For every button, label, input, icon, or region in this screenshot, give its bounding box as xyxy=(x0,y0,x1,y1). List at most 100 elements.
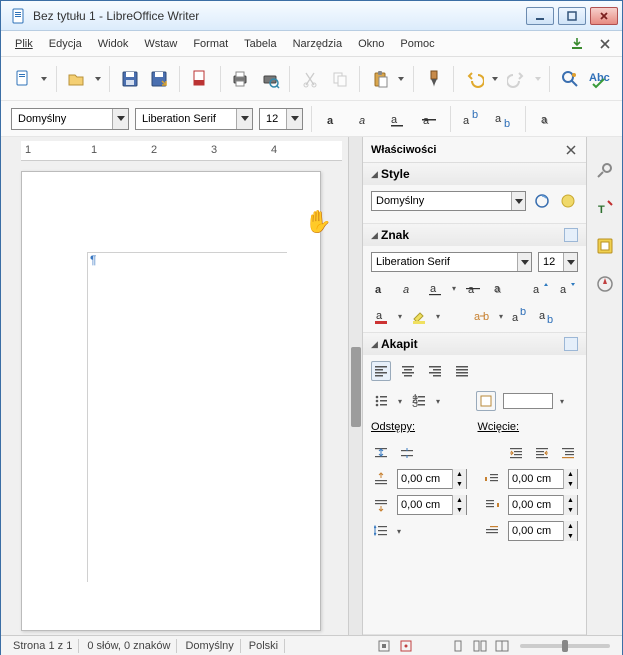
spin-up[interactable]: ▲ xyxy=(564,521,577,531)
dec-indent-button[interactable] xyxy=(532,443,552,463)
close-button[interactable] xyxy=(590,7,618,25)
menu-format[interactable]: Format xyxy=(187,36,234,52)
spin-down[interactable]: ▼ xyxy=(453,505,466,515)
spin-down[interactable]: ▼ xyxy=(564,479,577,489)
spin-down[interactable]: ▼ xyxy=(564,531,577,541)
status-insert-mode-icon[interactable] xyxy=(376,639,392,653)
undo-dropdown[interactable] xyxy=(492,77,499,81)
menu-widok[interactable]: Widok xyxy=(92,36,135,52)
scrollbar-thumb[interactable] xyxy=(351,347,361,427)
italic-button[interactable]: a xyxy=(352,106,378,132)
superscript-button[interactable]: ab xyxy=(459,106,485,132)
char-strike-button[interactable]: a xyxy=(463,278,483,298)
rail-navigator-button[interactable] xyxy=(592,271,618,297)
char-shadow-button[interactable]: aa xyxy=(490,278,510,298)
section-para-more-button[interactable] xyxy=(564,337,578,351)
open-dropdown[interactable] xyxy=(94,77,101,81)
align-right-button[interactable] xyxy=(425,361,445,381)
section-style-header[interactable]: ◢ Style xyxy=(363,163,586,185)
document-scroll-area[interactable]: ¶ ✋ xyxy=(1,161,348,635)
char-bold-button[interactable]: a xyxy=(371,278,391,298)
redo-button[interactable] xyxy=(505,66,529,92)
bullet-list-button[interactable] xyxy=(371,391,391,411)
align-center-button[interactable] xyxy=(398,361,418,381)
char-font-combo[interactable]: Liberation Serif xyxy=(371,252,532,272)
copy-button[interactable] xyxy=(328,66,352,92)
char-superscript-button[interactable]: ab xyxy=(510,306,530,326)
paste-dropdown[interactable] xyxy=(398,77,405,81)
spacing-below-input[interactable]: 0,00 cm▲▼ xyxy=(397,495,467,515)
style-para-dropdown[interactable] xyxy=(511,192,525,210)
document-page[interactable]: ¶ xyxy=(21,171,321,631)
para-bgcolor-button[interactable] xyxy=(476,391,496,411)
font-name-combo[interactable]: Liberation Serif xyxy=(135,108,253,130)
zoom-slider-knob[interactable] xyxy=(562,640,568,652)
paragraph-style-combo[interactable]: Domyślny xyxy=(11,108,129,130)
menu-plik[interactable]: Plik xyxy=(9,36,39,52)
zoom-slider[interactable] xyxy=(520,644,610,648)
spacing-above-input[interactable]: 0,00 cm▲▼ xyxy=(397,469,467,489)
dec-para-spacing-button[interactable] xyxy=(397,443,417,463)
redo-dropdown[interactable] xyxy=(534,77,541,81)
format-paintbrush-button[interactable] xyxy=(422,66,446,92)
menu-okno[interactable]: Okno xyxy=(352,36,390,52)
section-para-header[interactable]: ◢ Akapit xyxy=(363,333,586,355)
section-char-more-button[interactable] xyxy=(564,228,578,242)
close-doc-button[interactable] xyxy=(596,35,614,53)
char-underline-button[interactable]: a xyxy=(425,278,445,298)
menu-pomoc[interactable]: Pomoc xyxy=(394,36,440,52)
minimize-button[interactable] xyxy=(526,7,554,25)
new-style-button[interactable] xyxy=(558,191,578,211)
font-name-dropdown[interactable] xyxy=(236,109,252,129)
status-lang[interactable]: Polski xyxy=(243,639,285,653)
char-grow-button[interactable]: a xyxy=(530,278,550,298)
indent-first-input[interactable]: 0,00 cm▲▼ xyxy=(508,521,578,541)
menu-narzedzia[interactable]: Narzędzia xyxy=(287,36,349,52)
char-size-combo[interactable]: 12 xyxy=(538,252,578,272)
print-button[interactable] xyxy=(228,66,252,92)
download-update-icon[interactable] xyxy=(568,35,586,53)
hanging-indent-button[interactable] xyxy=(558,443,578,463)
style-para-combo[interactable]: Domyślny xyxy=(371,191,526,211)
rail-gallery-button[interactable] xyxy=(592,233,618,259)
spin-down[interactable]: ▼ xyxy=(564,505,577,515)
sidebar-close-button[interactable] xyxy=(564,143,578,157)
bold-button[interactable]: a xyxy=(320,106,346,132)
status-selection-mode-icon[interactable] xyxy=(398,639,414,653)
open-button[interactable] xyxy=(65,66,89,92)
menu-tabela[interactable]: Tabela xyxy=(238,36,282,52)
font-color-button[interactable]: a xyxy=(371,306,391,326)
char-font-dropdown[interactable] xyxy=(517,253,531,271)
char-spacing-button[interactable]: ab xyxy=(472,306,492,326)
horizontal-ruler[interactable]: 1 1 2 3 4 xyxy=(21,141,342,161)
char-size-dropdown[interactable] xyxy=(563,253,577,271)
rail-properties-button[interactable] xyxy=(592,157,618,183)
highlight-button[interactable] xyxy=(409,306,429,326)
underline-button[interactable]: a xyxy=(384,106,410,132)
status-page[interactable]: Strona 1 z 1 xyxy=(7,639,79,653)
align-left-button[interactable] xyxy=(371,361,391,381)
section-char-header[interactable]: ◢ Znak xyxy=(363,224,586,246)
para-bgcolor-preview[interactable] xyxy=(503,393,553,409)
strikethrough-button[interactable]: a xyxy=(416,106,442,132)
page-text-area[interactable]: ¶ xyxy=(87,252,287,582)
line-spacing-button[interactable] xyxy=(371,521,391,541)
char-shrink-button[interactable]: a xyxy=(557,278,577,298)
undo-button[interactable] xyxy=(462,66,486,92)
inc-indent-button[interactable] xyxy=(506,443,526,463)
paste-button[interactable] xyxy=(368,66,392,92)
spin-up[interactable]: ▲ xyxy=(564,469,577,479)
rail-styles-button[interactable]: T xyxy=(592,195,618,221)
spellcheck-button[interactable]: Abc xyxy=(588,66,612,92)
export-pdf-button[interactable] xyxy=(188,66,212,92)
spin-down[interactable]: ▼ xyxy=(453,479,466,489)
view-book-icon[interactable] xyxy=(494,639,510,653)
indent-right-input[interactable]: 0,00 cm▲▼ xyxy=(508,495,578,515)
menu-edycja[interactable]: Edycja xyxy=(43,36,88,52)
print-preview-button[interactable] xyxy=(258,66,282,92)
paragraph-style-dropdown[interactable] xyxy=(112,109,128,129)
new-doc-button[interactable] xyxy=(11,66,35,92)
status-wordcount[interactable]: 0 słów, 0 znaków xyxy=(81,639,177,653)
font-size-combo[interactable]: 12 xyxy=(259,108,303,130)
number-list-button[interactable]: 123 xyxy=(409,391,429,411)
